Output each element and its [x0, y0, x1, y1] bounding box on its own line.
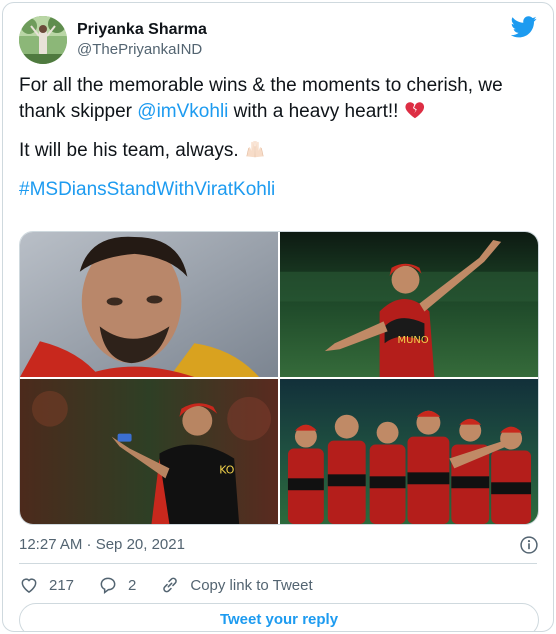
heart-icon[interactable] — [19, 575, 39, 595]
tweet-meta: 12:27 AM · Sep 20, 2021 — [19, 533, 539, 557]
tweet-timestamp[interactable]: 12:27 AM · Sep 20, 2021 — [19, 536, 185, 553]
reply-action[interactable]: 2 — [98, 575, 136, 595]
like-action[interactable]: 217 — [19, 575, 74, 595]
svg-text:MUNO: MUNO — [398, 335, 429, 346]
photo-3[interactable]: KO — [20, 379, 278, 524]
mention-link[interactable]: @imVkohli — [137, 101, 228, 122]
tweet-text-part: It will be his team, always. — [19, 140, 244, 161]
author-names: Priyanka Sharma @ThePriyankaIND — [77, 20, 207, 60]
author-display-name[interactable]: Priyanka Sharma — [77, 20, 207, 40]
hashtag-link[interactable]: #MSDiansStandWithViratKohli — [19, 179, 275, 200]
tweet-text-part: with a heavy heart!! — [228, 101, 404, 122]
photo-2[interactable]: MUNO — [280, 232, 538, 377]
tweet-paragraph-2: It will be his team, always. — [19, 138, 539, 164]
like-count: 217 — [49, 576, 75, 594]
tweet-card: Priyanka Sharma @ThePriyankaIND For all … — [2, 2, 554, 632]
twitter-bird-icon[interactable] — [511, 16, 537, 38]
divider — [19, 563, 537, 564]
tweet-header: Priyanka Sharma @ThePriyankaIND — [19, 16, 537, 68]
tweet-your-reply-button[interactable]: Tweet your reply — [19, 603, 539, 631]
link-icon[interactable] — [160, 575, 180, 595]
tweet-paragraph-3: #MSDiansStandWithViratKohli — [19, 177, 539, 203]
info-icon[interactable] — [519, 535, 539, 555]
copy-link-label: Copy link to Tweet — [190, 576, 313, 594]
svg-text:KO: KO — [219, 463, 234, 476]
broken-heart-emoji — [405, 102, 424, 119]
reply-count: 2 — [128, 576, 137, 594]
tweet-paragraph-1: For all the memorable wins & the moments… — [19, 73, 539, 125]
photo-4[interactable] — [280, 379, 538, 524]
tweet-text: For all the memorable wins & the moments… — [19, 73, 539, 216]
photo-1[interactable] — [20, 232, 278, 377]
author-handle[interactable]: @ThePriyankaIND — [77, 40, 207, 60]
copy-link-action[interactable]: Copy link to Tweet — [160, 575, 313, 595]
raised-hands-emoji — [246, 140, 264, 158]
media-grid: MUNO KO — [19, 231, 539, 525]
avatar[interactable] — [19, 16, 67, 64]
tweet-actions: 217 2 Copy link to Tweet — [19, 573, 337, 597]
reply-icon[interactable] — [98, 575, 118, 595]
